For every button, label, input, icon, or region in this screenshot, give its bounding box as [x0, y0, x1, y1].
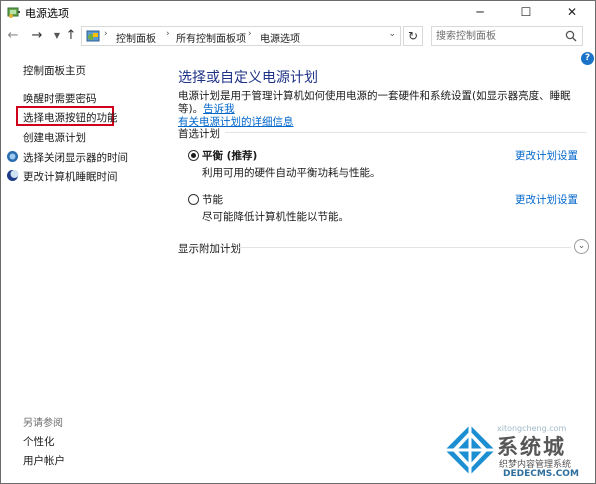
- page-title: 选择或自定义电源计划: [178, 70, 318, 86]
- balanced-plan-description: 利用可用的硬件自动平衡功耗与性能。: [202, 167, 381, 179]
- sidebar-item-power-buttons[interactable]: 选择电源按钮的功能: [23, 110, 118, 125]
- expand-additional-plans-button[interactable]: ⌄: [574, 239, 589, 254]
- maximize-icon: ☐: [520, 5, 532, 19]
- breadcrumb-separator-icon: ›: [104, 29, 108, 39]
- chevron-down-icon: ⌄: [577, 241, 586, 251]
- chevron-down-icon: ▼: [53, 31, 61, 40]
- address-bar[interactable]: › 控制面板 › 所有控制面板项 › 电源选项 ⌄: [81, 26, 401, 46]
- sidebar-item-sleep-time[interactable]: 更改计算机睡眠时间: [23, 169, 118, 184]
- description-text: 电源计划是用于管理计算机如何使用电源的一套硬件和系统设置(如显示器亮度、睡眠等)…: [178, 90, 571, 115]
- window-title: 电源选项: [25, 7, 69, 20]
- minimize-icon: ─: [476, 5, 484, 19]
- breadcrumb-control-panel[interactable]: 控制面板: [116, 30, 156, 45]
- balanced-plan-name: 平衡 (推荐): [202, 150, 258, 162]
- search-box[interactable]: [431, 26, 583, 46]
- up-button[interactable]: ↑: [63, 27, 79, 45]
- navigation-bar: ← → ▼ ↑ › 控制面板 › 所有控制面板项 › 电源选项 ⌄ ↻: [1, 23, 595, 49]
- sidebar-item-home[interactable]: 控制面板主页: [23, 63, 86, 78]
- display-icon: [7, 151, 18, 162]
- close-button[interactable]: ✕: [549, 1, 595, 23]
- watermark-dede: DEDECMS.COM: [503, 469, 579, 479]
- address-dropdown-icon[interactable]: ⌄: [388, 29, 396, 39]
- arrow-right-icon: →: [31, 28, 43, 43]
- divider: [239, 247, 571, 248]
- learn-more-link-part1: 告诉我: [203, 103, 235, 115]
- power-saver-change-settings-link[interactable]: 更改计划设置: [515, 192, 578, 207]
- title-bar: 电源选项 ─ ☐ ✕: [1, 1, 595, 23]
- breadcrumb-power-options[interactable]: 电源选项: [260, 30, 300, 45]
- sidebar-item-display-off[interactable]: 选择关闭显示器的时间: [23, 150, 128, 165]
- watermark-logo-icon: [445, 425, 495, 475]
- close-icon: ✕: [566, 5, 578, 19]
- see-also-heading: 另请参阅: [23, 418, 63, 429]
- breadcrumb-all-items[interactable]: 所有控制面板项: [176, 30, 246, 45]
- back-button[interactable]: ←: [5, 27, 21, 45]
- minimize-button[interactable]: ─: [457, 1, 503, 23]
- sidebar-item-personalization[interactable]: 个性化: [23, 434, 55, 449]
- preferred-plans-label: 首选计划: [178, 128, 220, 140]
- watermark: xitongcheng.com 系统城 织梦内容管理系统 DEDECMS.COM: [441, 419, 593, 481]
- arrow-left-icon: ←: [7, 28, 19, 43]
- help-button[interactable]: ?: [581, 52, 594, 65]
- search-input[interactable]: [436, 29, 556, 44]
- sidebar-item-wake-password[interactable]: 唤醒时需要密码: [23, 91, 97, 106]
- sidebar-item-create-plan[interactable]: 创建电源计划: [23, 130, 86, 145]
- moon-icon: [7, 170, 19, 181]
- search-icon: [565, 30, 577, 42]
- power-saver-plan-description: 尽可能降低计算机性能以节能。: [202, 211, 349, 223]
- sidebar-item-user-accounts[interactable]: 用户帐户: [23, 453, 65, 468]
- divider: [225, 132, 587, 133]
- breadcrumb-separator-icon: ›: [166, 29, 170, 39]
- balanced-change-settings-link[interactable]: 更改计划设置: [515, 148, 578, 163]
- refresh-icon: ↻: [407, 29, 419, 43]
- refresh-button[interactable]: ↻: [403, 26, 423, 46]
- page-description: 电源计划是用于管理计算机如何使用电源的一套硬件和系统设置(如显示器亮度、睡眠等)…: [178, 90, 588, 129]
- power-saver-radio[interactable]: [188, 194, 199, 205]
- maximize-button[interactable]: ☐: [503, 1, 549, 23]
- help-icon: ?: [584, 53, 591, 63]
- power-options-icon: [7, 7, 20, 18]
- balanced-radio[interactable]: [188, 150, 199, 161]
- power-options-window: 电源选项 ─ ☐ ✕ ← → ▼ ↑ › 控制面板 › 所有控制面板项 › 电源…: [0, 0, 596, 484]
- show-additional-plans-label[interactable]: 显示附加计划: [178, 241, 241, 256]
- arrow-up-icon: ↑: [65, 28, 77, 43]
- control-panel-icon: [86, 30, 100, 42]
- breadcrumb-separator-icon: ›: [248, 29, 252, 39]
- forward-button[interactable]: →: [29, 27, 45, 45]
- power-saver-plan-name: 节能: [202, 194, 223, 206]
